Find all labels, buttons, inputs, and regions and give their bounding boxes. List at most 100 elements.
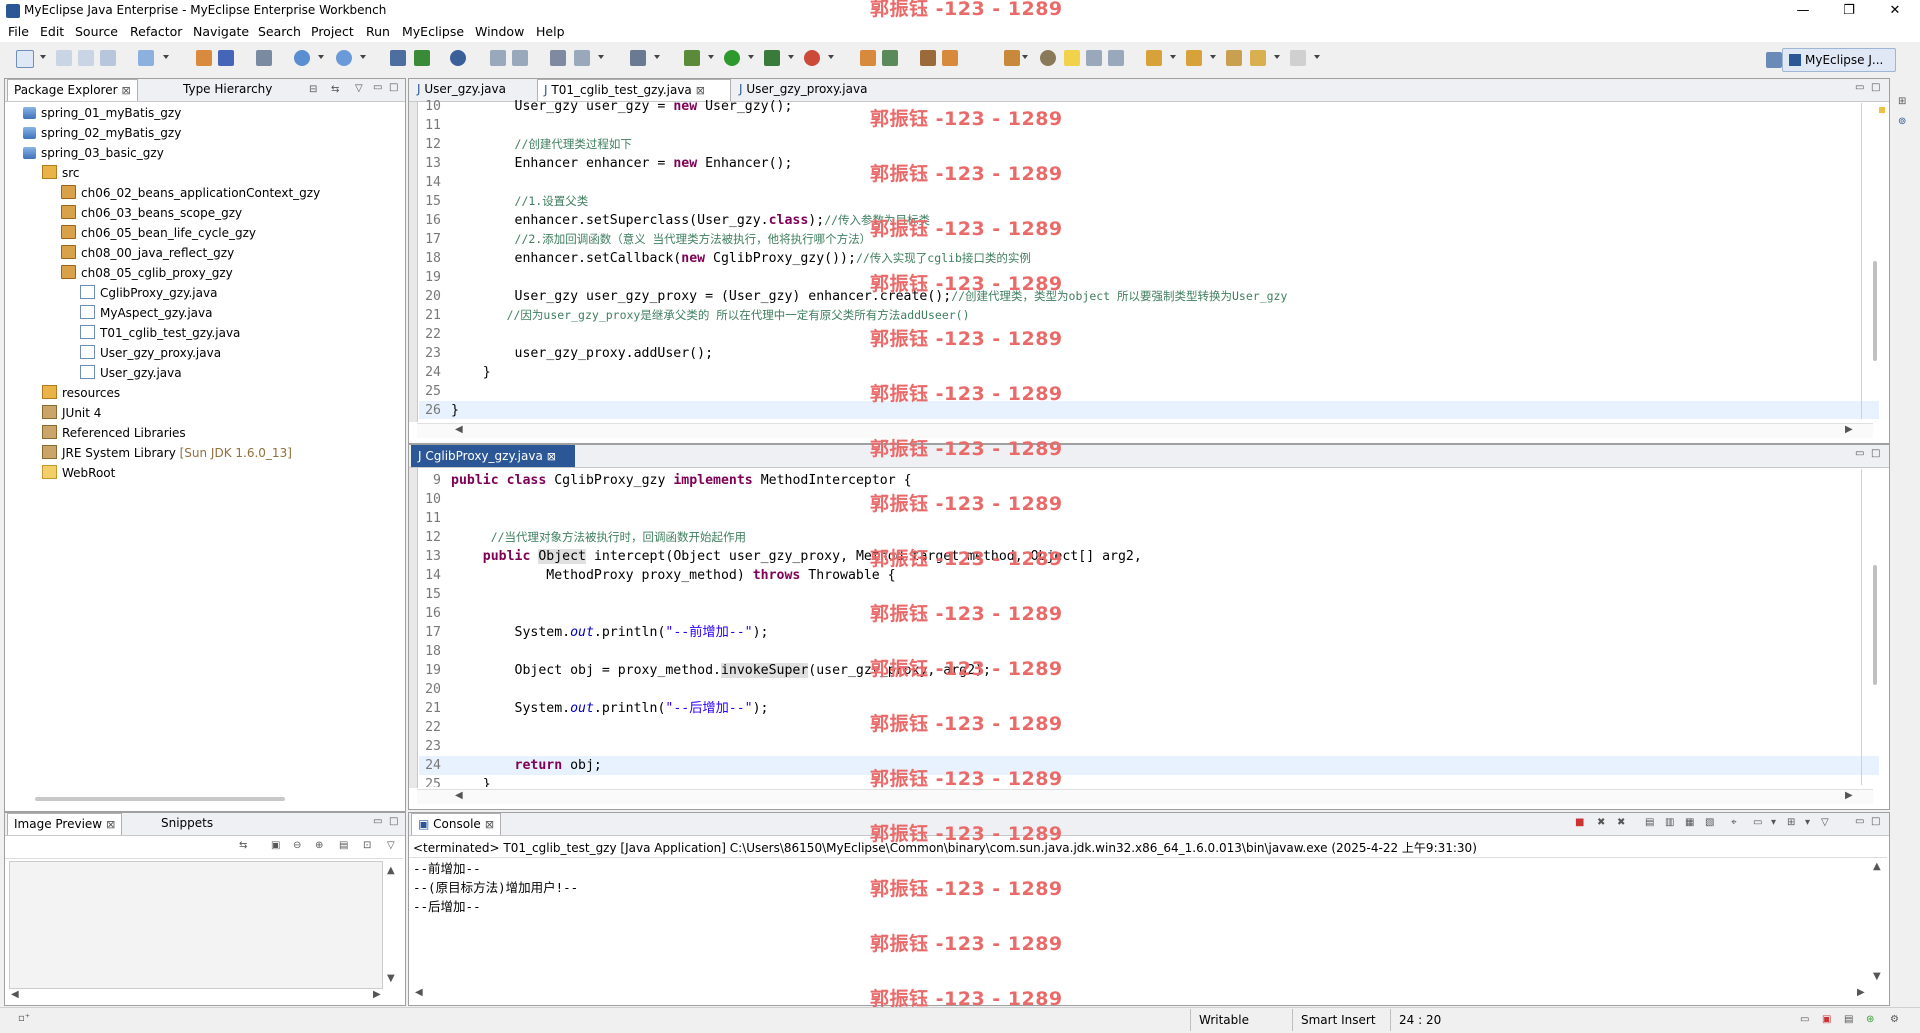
code-line[interactable]: 11 [419, 116, 1879, 135]
tree-item[interactable]: ch06_02_beans_applicationContext_gzy [5, 183, 403, 203]
minimize-view-icon[interactable]: ▭ [373, 816, 382, 827]
menu-refactor[interactable]: Refactor [130, 24, 182, 39]
open-type-icon[interactable] [390, 50, 406, 66]
zoom-out-icon[interactable]: ⊖ [293, 840, 301, 851]
terminate-icon[interactable]: ■ [1575, 817, 1584, 828]
menu-window[interactable]: Window [475, 24, 524, 39]
tree-item[interactable]: CglibProxy_gzy.java [5, 283, 403, 303]
debug-dropdown-icon[interactable] [708, 55, 714, 59]
code-line[interactable]: 9 public class CglibProxy_gzy implements … [419, 471, 1879, 490]
code-line[interactable]: 21 //因为user_gzy_proxy是继承父类的 所以在代理中一定有原父类… [419, 306, 1879, 325]
tray-icon-4[interactable]: ⊛ [1866, 1014, 1874, 1025]
code-line[interactable]: 10 User_gzy user_gzy = new User_gzy(); [419, 97, 1879, 116]
fit-window-icon[interactable]: ⊡ [363, 840, 371, 851]
globe-icon[interactable] [450, 50, 466, 66]
code-line[interactable]: 25 } [419, 775, 1879, 787]
code-line[interactable]: 12 //创建代理类过程如下 [419, 135, 1879, 154]
scroll-down-icon[interactable]: ▼ [1873, 971, 1881, 982]
code-line[interactable]: 18 enhancer.setCallback(new CglibProxy_g… [419, 249, 1879, 268]
close-icon[interactable]: ⊠ [106, 818, 115, 831]
open-console-icon[interactable]: ⊞ [1787, 817, 1795, 828]
back-icon[interactable] [1250, 50, 1266, 66]
toggle-mark-icon[interactable] [490, 50, 506, 66]
previous-annotation-icon[interactable] [1186, 50, 1202, 66]
vertical-scrollbar-thumb[interactable] [1873, 261, 1877, 361]
new-project-icon[interactable] [138, 50, 154, 66]
open-task-icon[interactable] [1040, 50, 1056, 66]
sync-icon[interactable]: ⇆ [239, 840, 247, 851]
annotation-dropdown-icon[interactable] [1022, 55, 1028, 59]
scroll-left-icon[interactable]: ◀ [415, 987, 423, 998]
menu-edit[interactable]: Edit [40, 24, 64, 39]
menu-myeclipse[interactable]: MyEclipse [402, 24, 464, 39]
tray-icon-3[interactable]: ▤ [1844, 1014, 1853, 1025]
server-icon[interactable] [256, 50, 272, 66]
maximize-view-icon[interactable]: □ [389, 82, 398, 93]
code-line[interactable]: 24 return obj; [419, 756, 1879, 775]
last-edit-icon[interactable] [1226, 50, 1242, 66]
back-dropdown-icon[interactable] [1274, 55, 1280, 59]
toggle-block-icon[interactable] [1086, 50, 1102, 66]
view-menu-icon[interactable]: ▽ [1821, 817, 1829, 828]
code-line[interactable]: 15 //1.设置父类 [419, 192, 1879, 211]
code-line[interactable]: 10 [419, 490, 1879, 509]
save-all-icon[interactable] [78, 50, 94, 66]
run-icon[interactable] [724, 50, 740, 66]
scroll-right-icon[interactable]: ▶ [1857, 987, 1865, 998]
open-resource-icon[interactable] [414, 50, 430, 66]
fast-view-icon[interactable]: ▫⁺ [18, 1013, 30, 1024]
close-button[interactable]: ✕ [1872, 0, 1918, 22]
close-icon[interactable]: ⊠ [122, 84, 131, 97]
clear-console-icon[interactable]: ▤ [1645, 817, 1654, 828]
tree-item[interactable]: spring_01_myBatis_gzy [5, 103, 403, 123]
print-icon[interactable] [100, 50, 116, 66]
code-line[interactable]: 20 User_gzy user_gzy_proxy = (User_gzy) … [419, 287, 1879, 306]
scroll-left-icon[interactable]: ◀ [455, 790, 463, 801]
tree-item[interactable]: Referenced Libraries [5, 423, 403, 443]
tree-item[interactable]: JUnit 4 [5, 403, 403, 423]
minimize-editor-icon[interactable]: ▭ [1855, 82, 1864, 93]
toggle-bookmark-icon[interactable] [512, 50, 528, 66]
code-line[interactable]: 19 Object obj = proxy_method.invokeSuper… [419, 661, 1879, 680]
scroll-up-icon[interactable]: ▲ [387, 865, 395, 876]
code-line[interactable]: 14 MethodProxy proxy_method) throws Thro… [419, 566, 1879, 585]
tray-icon-2[interactable]: ▣ [1822, 1014, 1831, 1025]
tree-item[interactable]: MyAspect_gzy.java [5, 303, 403, 323]
new-dropdown-icon[interactable] [40, 55, 46, 59]
tree-item[interactable]: User_gzy_proxy.java [5, 343, 403, 363]
external-tools-dropdown-icon[interactable] [598, 55, 604, 59]
code-line[interactable]: 25 [419, 382, 1879, 401]
previous-annotation-dropdown-icon[interactable] [1210, 55, 1216, 59]
minimize-view-icon[interactable]: ▭ [373, 82, 382, 93]
save-icon[interactable] [56, 50, 72, 66]
profile-dropdown-icon[interactable] [828, 55, 834, 59]
display-dropdown-icon[interactable]: ▾ [1771, 817, 1776, 828]
close-icon[interactable]: ⊠ [547, 450, 556, 463]
warning-marker-icon[interactable] [1879, 107, 1885, 113]
code-line[interactable]: 16 [419, 604, 1879, 623]
tree-item[interactable]: WebRoot [5, 463, 403, 483]
forward-dropdown-icon[interactable] [1314, 55, 1320, 59]
new-icon[interactable] [16, 50, 34, 68]
tab-snippets[interactable]: Snippets [155, 813, 219, 834]
scroll-left-icon[interactable]: ◀ [455, 424, 463, 435]
debug-icon[interactable] [684, 50, 700, 66]
new-enum-icon[interactable] [942, 50, 958, 66]
profile-icon[interactable] [804, 50, 820, 66]
collapse-all-icon[interactable]: ⊟ [309, 84, 317, 95]
tree-item[interactable]: User_gzy.java [5, 363, 403, 383]
tab-type-hierarchy[interactable]: Type Hierarchy [177, 79, 278, 100]
window-icon[interactable] [630, 50, 646, 66]
show-on-output-icon[interactable]: ▦ [1685, 817, 1694, 828]
new-package-icon[interactable] [860, 50, 876, 66]
vertical-scrollbar-thumb[interactable] [1873, 565, 1877, 685]
myeclipse-perspective-button[interactable]: MyEclipse J... [1782, 48, 1896, 72]
close-icon[interactable]: ⊠ [485, 818, 494, 831]
tree-item[interactable]: T01_cglib_test_gzy.java [5, 323, 403, 343]
coverage-icon[interactable] [764, 50, 780, 66]
tray-icon-5[interactable]: ⚙ [1890, 1014, 1899, 1025]
scroll-lock-icon[interactable]: ▥ [1665, 817, 1674, 828]
fit-image-icon[interactable]: ▣ [271, 840, 280, 851]
horizontal-scrollbar[interactable] [417, 789, 1873, 804]
code-line[interactable]: 21 System.out.println("--后增加--"); [419, 699, 1879, 718]
